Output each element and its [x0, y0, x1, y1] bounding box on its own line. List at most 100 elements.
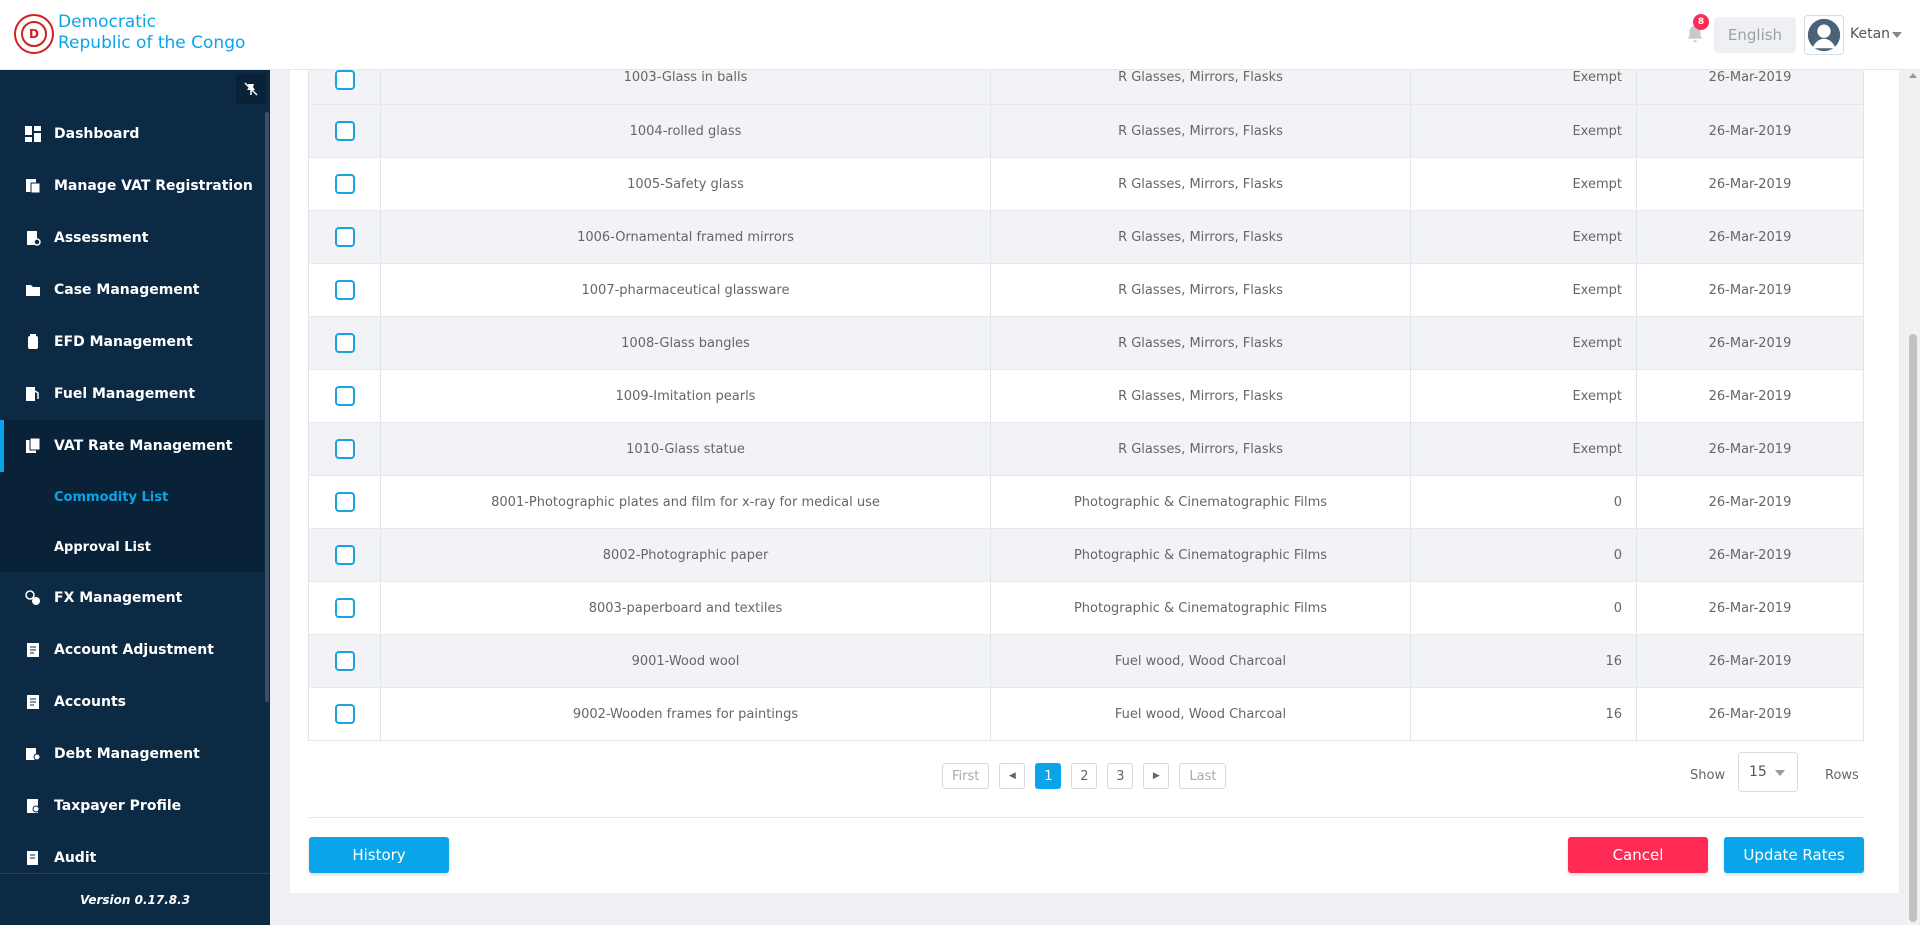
brand-line-1: Democratic — [58, 12, 156, 32]
unpin-sidebar-button[interactable] — [236, 74, 266, 104]
page-button-1[interactable]: 1 — [1035, 763, 1062, 789]
sidebar-item-label: VAT Rate Management — [54, 438, 233, 454]
table-row: 8003-paperboard and textiles Photographi… — [309, 581, 1863, 634]
page-scrollbar[interactable] — [1906, 70, 1920, 925]
row-checkbox[interactable] — [334, 121, 355, 141]
commodity-date: 26-Mar-2019 — [1708, 600, 1792, 616]
commodity-name: 1005-Safety glass — [381, 158, 991, 210]
rows-per-page-select[interactable]: 15 — [1738, 752, 1798, 792]
commodity-name: 9001-Wood wool — [381, 635, 991, 687]
notification-badge: 8 — [1693, 14, 1709, 30]
commodity-date: 26-Mar-2019 — [1708, 547, 1792, 563]
sidebar-item-fx-management[interactable]: FX Management — [0, 572, 264, 624]
sidebar-item-assessment[interactable]: Assessment — [0, 212, 264, 264]
sidebar-item-vat-rate-management[interactable]: VAT Rate Management — [0, 420, 264, 472]
audit-icon — [24, 849, 42, 867]
chevron-down-icon[interactable] — [1892, 32, 1902, 38]
sidebar-subitem-commodity-list[interactable]: Commodity List — [0, 472, 264, 522]
sidebar-item-taxpayer-profile[interactable]: Taxpayer Profile — [0, 780, 264, 832]
commodity-name: 1010-Glass statue — [381, 423, 991, 475]
commodity-date: 26-Mar-2019 — [1708, 388, 1792, 404]
sidebar-item-account-adjustment[interactable]: Account Adjustment — [0, 624, 264, 676]
commodity-category: Photographic & Cinematographic Films — [991, 529, 1411, 581]
user-name[interactable]: Ketan — [1850, 26, 1890, 42]
commodity-rate: 16 — [1411, 635, 1637, 687]
last-page-button[interactable]: Last — [1179, 763, 1227, 789]
row-checkbox[interactable] — [334, 174, 355, 194]
sidebar-item-label: Accounts — [54, 694, 127, 710]
table-row: 9001-Wood wool Fuel wood, Wood Charcoal … — [309, 634, 1863, 687]
row-checkbox[interactable] — [334, 545, 355, 565]
row-checkbox[interactable] — [334, 386, 355, 406]
sidebar-item-dashboard[interactable]: Dashboard — [0, 108, 264, 160]
table-row: 9002-Wooden frames for paintings Fuel wo… — [309, 687, 1863, 740]
sidebar-item-label: Fuel Management — [54, 386, 196, 402]
first-page-button[interactable]: First — [942, 763, 990, 789]
commodity-category: R Glasses, Mirrors, Flasks — [991, 264, 1411, 316]
prev-page-button[interactable]: ◀ — [999, 763, 1026, 789]
commodity-date: 26-Mar-2019 — [1708, 335, 1792, 351]
commodity-date: 26-Mar-2019 — [1708, 229, 1792, 245]
table-row: 1005-Safety glass R Glasses, Mirrors, Fl… — [309, 157, 1863, 210]
commodity-rate: Exempt — [1411, 423, 1637, 475]
table-row: 1003-Glass in balls R Glasses, Mirrors, … — [309, 70, 1863, 104]
unpin-icon — [244, 82, 258, 96]
fx-icon — [24, 589, 42, 607]
commodity-date: 26-Mar-2019 — [1708, 176, 1792, 192]
sidebar-item-efd-management[interactable]: EFD Management — [0, 316, 264, 368]
row-checkbox[interactable] — [334, 333, 355, 353]
top-header: D Democratic Republic of the Congo 8 Eng… — [0, 0, 1920, 70]
sidebar-item-label: FX Management — [54, 590, 183, 606]
sidebar-subitem-approval-list[interactable]: Approval List — [0, 522, 264, 572]
sidebar-item-label: Taxpayer Profile — [54, 798, 182, 814]
commodity-rate: Exempt — [1411, 105, 1637, 157]
sidebar-item-debt-management[interactable]: Debt Management — [0, 728, 264, 780]
show-label: Show — [1690, 768, 1726, 783]
next-page-button[interactable]: ▶ — [1143, 763, 1170, 789]
sidebar-item-fuel-management[interactable]: Fuel Management — [0, 368, 264, 420]
commodity-category: R Glasses, Mirrors, Flasks — [991, 211, 1411, 263]
row-checkbox[interactable] — [334, 439, 355, 459]
update-rates-button[interactable]: Update Rates — [1724, 837, 1864, 873]
commodity-name: 1007-pharmaceutical glassware — [381, 264, 991, 316]
table-row: 8001-Photographic plates and film for x-… — [309, 475, 1863, 528]
rows-per-page-value: 15 — [1749, 764, 1767, 780]
cancel-button[interactable]: Cancel — [1568, 837, 1708, 873]
page-button-2[interactable]: 2 — [1071, 763, 1098, 789]
row-checkbox[interactable] — [334, 651, 355, 671]
language-selector[interactable]: English — [1714, 17, 1796, 53]
device-icon — [24, 333, 42, 351]
sidebar-item-accounts[interactable]: Accounts — [0, 676, 264, 728]
document-icon — [24, 693, 42, 711]
history-button[interactable]: History — [309, 837, 449, 873]
row-checkbox[interactable] — [334, 280, 355, 300]
row-checkbox[interactable] — [334, 598, 355, 618]
sidebar-item-case-management[interactable]: Case Management — [0, 264, 264, 316]
commodity-rate: 0 — [1411, 476, 1637, 528]
scroll-up-icon[interactable] — [1909, 73, 1917, 78]
commodity-date: 26-Mar-2019 — [1708, 653, 1792, 669]
commodity-name: 1009-Imitation pearls — [381, 370, 991, 422]
commodity-category: R Glasses, Mirrors, Flasks — [991, 317, 1411, 369]
commodity-name: 1003-Glass in balls — [381, 70, 991, 104]
avatar[interactable] — [1804, 15, 1844, 55]
page-scroll-thumb[interactable] — [1909, 334, 1917, 922]
row-checkbox[interactable] — [334, 492, 355, 512]
brand-line-2: Republic of the Congo — [58, 33, 246, 53]
sidebar-item-manage-vat-registration[interactable]: Manage VAT Registration — [0, 160, 264, 212]
sidebar-item-label: Audit — [54, 850, 97, 866]
row-checkbox[interactable] — [334, 70, 355, 90]
chevron-down-icon — [1775, 770, 1785, 776]
sidebar-scrollbar[interactable] — [265, 112, 269, 702]
page-button-3[interactable]: 3 — [1107, 763, 1134, 789]
commodity-rate: Exempt — [1411, 70, 1637, 104]
sidebar-item-label: Account Adjustment — [54, 642, 214, 658]
commodity-date: 26-Mar-2019 — [1708, 706, 1792, 722]
sidebar-item-audit[interactable]: Audit — [0, 832, 264, 870]
sidebar: Dashboard Manage VAT Registration Assess… — [0, 70, 270, 925]
sidebar-item-label: EFD Management — [54, 334, 193, 350]
table-row: 1008-Glass bangles R Glasses, Mirrors, F… — [309, 316, 1863, 369]
fuel-icon — [24, 385, 42, 403]
row-checkbox[interactable] — [334, 227, 355, 247]
row-checkbox[interactable] — [334, 704, 355, 724]
